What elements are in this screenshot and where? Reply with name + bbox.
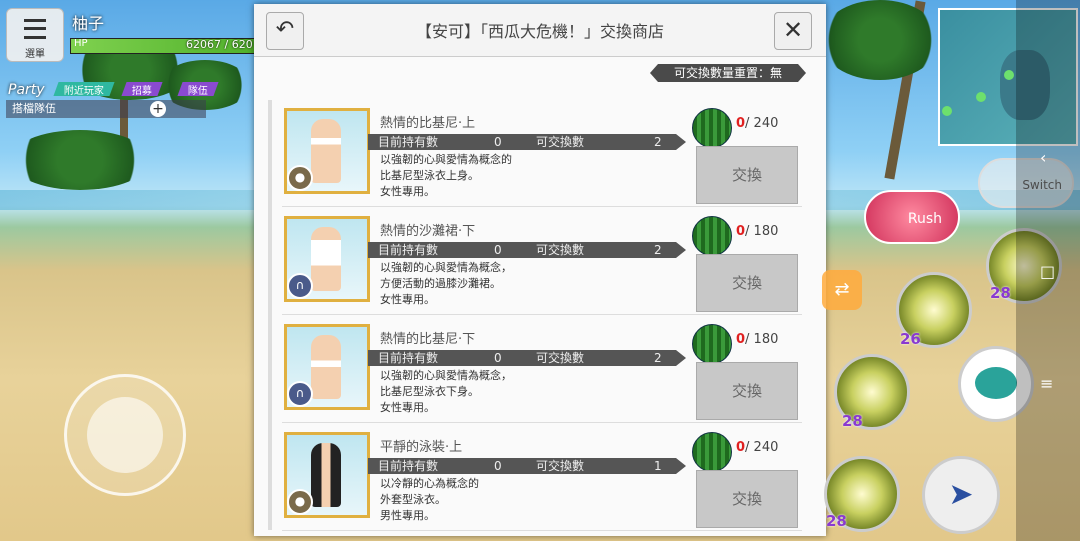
jacket-image (311, 443, 341, 507)
item-cost: 0/ 180 (736, 332, 779, 347)
item-stats: 目前持有數 0 可交換數 1 (368, 458, 686, 474)
back-chevron-icon[interactable]: ‹ (1040, 148, 1046, 167)
watermelon-icon (692, 324, 732, 364)
chat-bubble-icon (975, 367, 1017, 399)
dash-button[interactable]: ➤ (922, 456, 1000, 534)
menu-icon (24, 19, 46, 39)
party-title: Party (8, 82, 45, 98)
close-icon: ✕ (782, 16, 804, 44)
reset-badge: 可交換數量重置：無 (650, 64, 806, 82)
female-icon: ∩ (287, 381, 313, 407)
list-item: ∩ 熱情的比基尼·下 目前持有數 0 可交換數 2 以強韌的心與愛情為概念， 比基… (282, 316, 802, 423)
item-name: 平靜的泳裝·上 (380, 440, 463, 455)
item-name: 熱情的比基尼·上 (380, 116, 476, 131)
joystick-knob[interactable] (87, 397, 163, 473)
exchange-button[interactable]: 交換 (696, 254, 798, 312)
exchange-button[interactable]: 交換 (696, 470, 798, 528)
item-stats: 目前持有數 0 可交換數 2 (368, 134, 686, 150)
exchange-button[interactable]: 交換 (696, 362, 798, 420)
player-name: 柚子 (72, 14, 105, 33)
item-thumbnail: ∩ (284, 324, 370, 410)
skill-level: 28 (826, 512, 847, 530)
watermelon-icon (692, 216, 732, 256)
swap-weapon-button[interactable]: ⇄ (822, 270, 862, 310)
home-icon[interactable]: □ (1040, 262, 1055, 281)
party-tab-recruit[interactable]: 招募 (121, 82, 163, 97)
skill-level: 26 (900, 330, 921, 348)
item-stats: 目前持有數 0 可交換數 2 (368, 242, 686, 258)
hp-label: HP (74, 38, 88, 49)
recents-icon[interactable]: ≡ (1040, 374, 1053, 393)
panel-title: 【安可】「西瓜大危機！」交換商店 (415, 22, 664, 41)
item-cost: 0/ 240 (736, 116, 779, 131)
party-tab-team[interactable]: 隊伍 (177, 82, 219, 97)
list-item: ∩ 熱情的沙灘裙·下 目前持有數 0 可交換數 2 以強韌的心與愛情為概念， 方便… (282, 208, 802, 315)
watermelon-icon (692, 432, 732, 472)
back-arrow-icon: ↶ (275, 17, 295, 42)
item-thumbnail: ● (284, 108, 370, 194)
npc-marker-icon (942, 106, 952, 116)
bikini-top-image (311, 119, 341, 183)
party-tab-nearby[interactable]: 附近玩家 (53, 82, 115, 97)
skirt-image (311, 227, 341, 291)
item-name: 熱情的沙灘裙·下 (380, 224, 476, 239)
list-item: ● 平靜的泳裝·上 目前持有數 0 可交換數 1 以冷靜的心為概念的 外套型泳衣。… (282, 424, 802, 531)
female-icon: ∩ (287, 273, 313, 299)
bikini-bottom-image (311, 335, 341, 399)
skill-level: 28 (842, 412, 863, 430)
hp-value: 62067 / 620 (186, 38, 253, 51)
list-item: ● 熱情的比基尼·上 目前持有數 0 可交換數 2 以強韌的心與愛情為概念的 比基… (282, 100, 802, 207)
item-list[interactable]: ● 熱情的比基尼·上 目前持有數 0 可交換數 2 以強韌的心與愛情為概念的 比基… (268, 100, 812, 531)
npc-marker-icon (976, 92, 986, 102)
item-thumbnail: ● (284, 432, 370, 518)
player-marker-icon (1004, 70, 1014, 80)
watermelon-icon (692, 108, 732, 148)
add-icon[interactable]: + (150, 101, 166, 117)
item-name: 熱情的比基尼·下 (380, 332, 476, 347)
item-description: 以冷靜的心為概念的 外套型泳衣。 男性專用。 (380, 477, 479, 522)
close-button[interactable]: ✕ (774, 12, 812, 50)
male-icon: ● (287, 489, 313, 515)
item-description: 以強韌的心與愛情為概念， 方便活動的過膝沙灘裙。 女性專用。 (380, 261, 512, 306)
dash-icon: ➤ (948, 477, 974, 512)
rush-button[interactable]: Rush (864, 190, 960, 244)
joystick[interactable] (64, 374, 186, 496)
item-thumbnail: ∩ (284, 216, 370, 302)
item-cost: 0/ 240 (736, 440, 779, 455)
swap-icon: ⇄ (834, 279, 850, 300)
palm-tree (820, 0, 940, 80)
exchange-button[interactable]: 交換 (696, 146, 798, 204)
panel-header: ↶ 【安可】「西瓜大危機！」交換商店 ✕ (254, 4, 826, 57)
bushes (10, 130, 150, 190)
item-stats: 目前持有數 0 可交換數 2 (368, 350, 686, 366)
scrollbar[interactable] (268, 100, 272, 530)
item-description: 以強韌的心與愛情為概念的 比基尼型泳衣上身。 女性專用。 (380, 153, 512, 198)
back-button[interactable]: ↶ (266, 12, 304, 50)
menu-button[interactable]: 選單 (6, 8, 64, 62)
party-member-row[interactable]: 搭檔隊伍 (6, 100, 206, 118)
item-cost: 0/ 180 (736, 224, 779, 239)
skill-level: 28 (990, 284, 1011, 302)
menu-label: 選單 (25, 49, 45, 60)
female-icon: ● (287, 165, 313, 191)
item-description: 以強韌的心與愛情為概念， 比基尼型泳衣下身。 女性專用。 (380, 369, 512, 414)
exchange-shop-panel: ↶ 【安可】「西瓜大危機！」交換商店 ✕ 可交換數量重置：無 ● 熱情的比基尼·… (254, 4, 826, 536)
